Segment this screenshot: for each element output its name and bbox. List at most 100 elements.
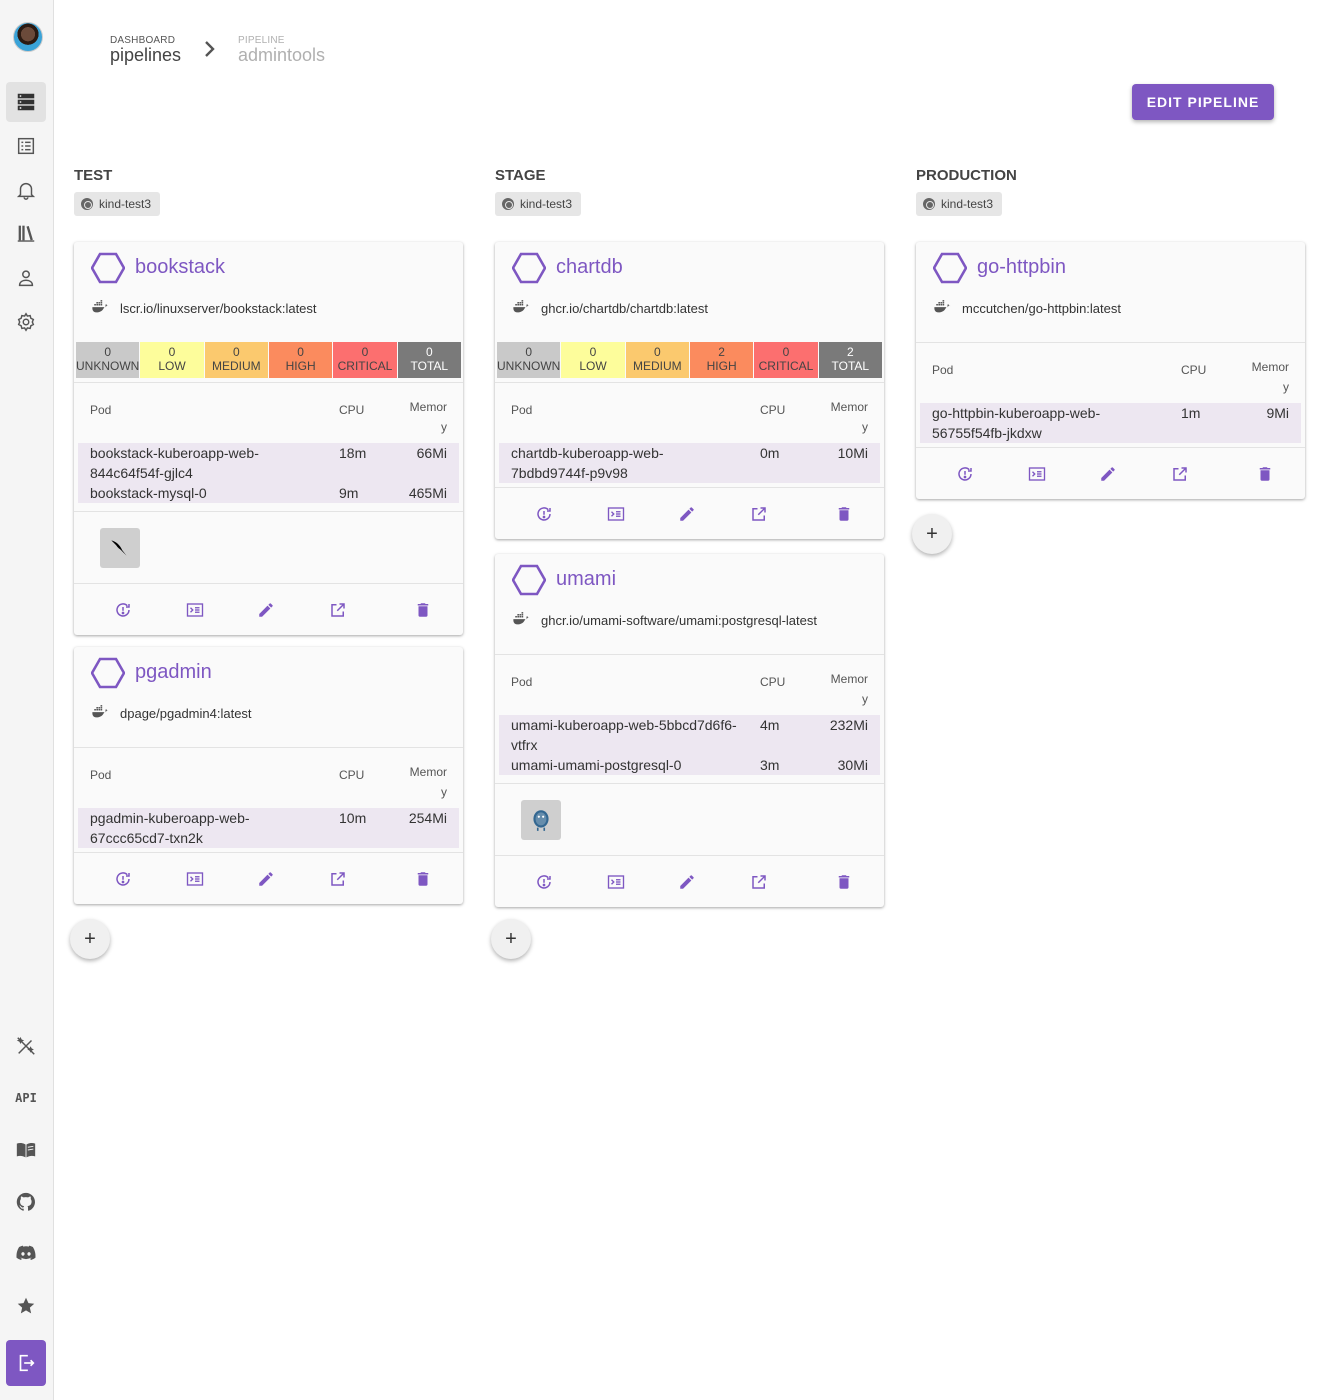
vulnerability-summary[interactable]: 0 UNKNOWN 0 LOW 0 MEDIUM 0 HIGH 0 CRITICAL 0 TOTAL <box>74 342 463 378</box>
app-card: pgadmin dpage/pgadmin4:latest Pod CPU Memory… <box>74 647 463 904</box>
app-hexagon-icon <box>932 252 968 284</box>
discord-icon[interactable] <box>6 1233 46 1273</box>
pod-table: Pod CPU Memory chartdb-kuberoapp-web-7bdbd9… <box>495 382 884 487</box>
app-name-link[interactable]: chartdb <box>556 256 623 279</box>
logs-icon[interactable] <box>186 601 204 619</box>
app-name-link[interactable]: pgadmin <box>135 661 212 684</box>
pod-table-header: Pod CPU Memory <box>920 360 1301 403</box>
edit-icon[interactable] <box>257 601 275 619</box>
edit-pipeline-button[interactable]: EDIT PIPELINE <box>1132 84 1274 120</box>
docker-icon <box>513 299 531 317</box>
vuln-label: TOTAL <box>831 359 870 373</box>
vuln-label: HIGH <box>706 359 737 373</box>
star-icon[interactable] <box>6 1286 46 1326</box>
restart-icon[interactable] <box>535 505 553 523</box>
docker-icon <box>92 704 110 722</box>
cluster-chip[interactable]: kind-test3 <box>495 192 582 216</box>
delete-icon[interactable] <box>414 601 432 619</box>
vuln-high: 2 HIGH <box>689 342 754 378</box>
app-name-link[interactable]: bookstack <box>135 256 225 279</box>
add-app-button[interactable]: + <box>70 919 110 959</box>
pod-column-header: Pod <box>932 363 954 377</box>
delete-icon[interactable] <box>835 505 853 523</box>
gear-icon[interactable] <box>6 302 46 342</box>
docker-icon <box>92 299 110 317</box>
delete-icon[interactable] <box>835 873 853 891</box>
restart-icon[interactable] <box>956 465 974 483</box>
restart-icon[interactable] <box>114 870 132 888</box>
table-row: go-httpbin-kuberoapp-web-56755f54fb-jkdx… <box>920 403 1301 443</box>
mysql-icon[interactable] <box>100 528 140 568</box>
vulnerability-summary[interactable]: 0 UNKNOWN 0 LOW 0 MEDIUM 2 HIGH 0 CRITICAL 2 TOTAL <box>495 342 884 378</box>
github-icon[interactable] <box>6 1182 46 1222</box>
breadcrumb-dashboard[interactable]: DASHBOARD pipelines <box>110 35 181 64</box>
add-app-button[interactable]: + <box>912 514 952 554</box>
phase-title: PRODUCTION <box>916 167 1017 184</box>
vuln-critical: 0 CRITICAL <box>754 342 818 378</box>
vuln-label: HIGH <box>285 359 316 373</box>
pod-memory: 232Mi <box>829 717 868 733</box>
logs-icon[interactable] <box>607 505 625 523</box>
chevron-right-icon <box>205 41 215 57</box>
restart-icon[interactable] <box>535 873 553 891</box>
delete-icon[interactable] <box>414 870 432 888</box>
pod-table: Pod CPU Memory go-httpbin-kuberoapp-web-567… <box>916 342 1305 447</box>
edit-icon[interactable] <box>257 870 275 888</box>
list-icon[interactable] <box>6 126 46 166</box>
vuln-label: MEDIUM <box>632 359 682 373</box>
vuln-high: 0 HIGH <box>268 342 333 378</box>
postgresql-icon[interactable] <box>521 800 561 840</box>
delete-icon[interactable] <box>1256 465 1274 483</box>
pod-memory: 9Mi <box>1266 405 1289 421</box>
vuln-label: LOW <box>579 359 607 373</box>
bell-icon[interactable] <box>6 170 46 210</box>
card-actions <box>495 487 884 539</box>
logs-icon[interactable] <box>1028 465 1046 483</box>
phase-title: TEST <box>74 167 113 184</box>
cluster-chip[interactable]: kind-test3 <box>916 192 1003 216</box>
edit-icon[interactable] <box>678 873 696 891</box>
open-external-icon[interactable] <box>329 601 347 619</box>
logs-icon[interactable] <box>607 873 625 891</box>
magic-wand-icon[interactable] <box>6 1026 46 1066</box>
server-icon[interactable] <box>6 82 46 122</box>
app-name-link[interactable]: go-httpbin <box>977 256 1066 279</box>
restart-icon[interactable] <box>114 601 132 619</box>
pod-name: umami-kuberoapp-web-5bbcd7d6f6-vtfrx <box>511 717 737 753</box>
cpu-column-header: CPU <box>1181 363 1207 377</box>
library-icon[interactable] <box>6 213 46 253</box>
image-name: lscr.io/linuxserver/bookstack:latest <box>120 300 317 316</box>
cpu-column-header: CPU <box>760 675 786 689</box>
logout-icon[interactable] <box>6 1340 46 1386</box>
add-app-button[interactable]: + <box>491 919 531 959</box>
edit-icon[interactable] <box>1099 465 1117 483</box>
vuln-label: CRITICAL <box>758 359 814 373</box>
vuln-unknown: 0 UNKNOWN <box>497 342 561 378</box>
cpu-column-header: CPU <box>339 768 365 782</box>
api-icon[interactable]: API <box>6 1078 46 1118</box>
breadcrumb-pipeline: PIPELINE admintools <box>238 35 325 64</box>
breadcrumb-pipeline-title: admintools <box>238 45 326 65</box>
pod-column-header: Pod <box>511 675 533 689</box>
pod-table: Pod CPU Memory bookstack-kuberoapp-web-844c… <box>74 382 463 507</box>
memory-column-header: Memory <box>409 400 447 434</box>
image-name: ghcr.io/chartdb/chartdb:latest <box>541 300 708 316</box>
book-icon[interactable] <box>6 1130 46 1170</box>
memory-column-header: Memory <box>409 765 447 799</box>
person-icon[interactable] <box>6 258 46 298</box>
open-external-icon[interactable] <box>329 870 347 888</box>
edit-icon[interactable] <box>678 505 696 523</box>
pod-table-header: Pod CPU Memory <box>78 765 459 808</box>
user-avatar[interactable] <box>13 22 43 52</box>
open-external-icon[interactable] <box>750 873 768 891</box>
pod-name: go-httpbin-kuberoapp-web-56755f54fb-jkdx… <box>932 405 1101 441</box>
open-external-icon[interactable] <box>750 505 768 523</box>
vuln-total: 2 TOTAL <box>818 342 882 378</box>
logs-icon[interactable] <box>186 870 204 888</box>
cluster-chip[interactable]: kind-test3 <box>74 192 161 216</box>
pod-name: chartdb-kuberoapp-web-7bdbd9744f-p9v98 <box>511 445 664 481</box>
open-external-icon[interactable] <box>1171 465 1189 483</box>
app-name-link[interactable]: umami <box>556 568 616 591</box>
app-hexagon-icon <box>511 252 547 284</box>
pod-memory: 10Mi <box>837 445 868 461</box>
